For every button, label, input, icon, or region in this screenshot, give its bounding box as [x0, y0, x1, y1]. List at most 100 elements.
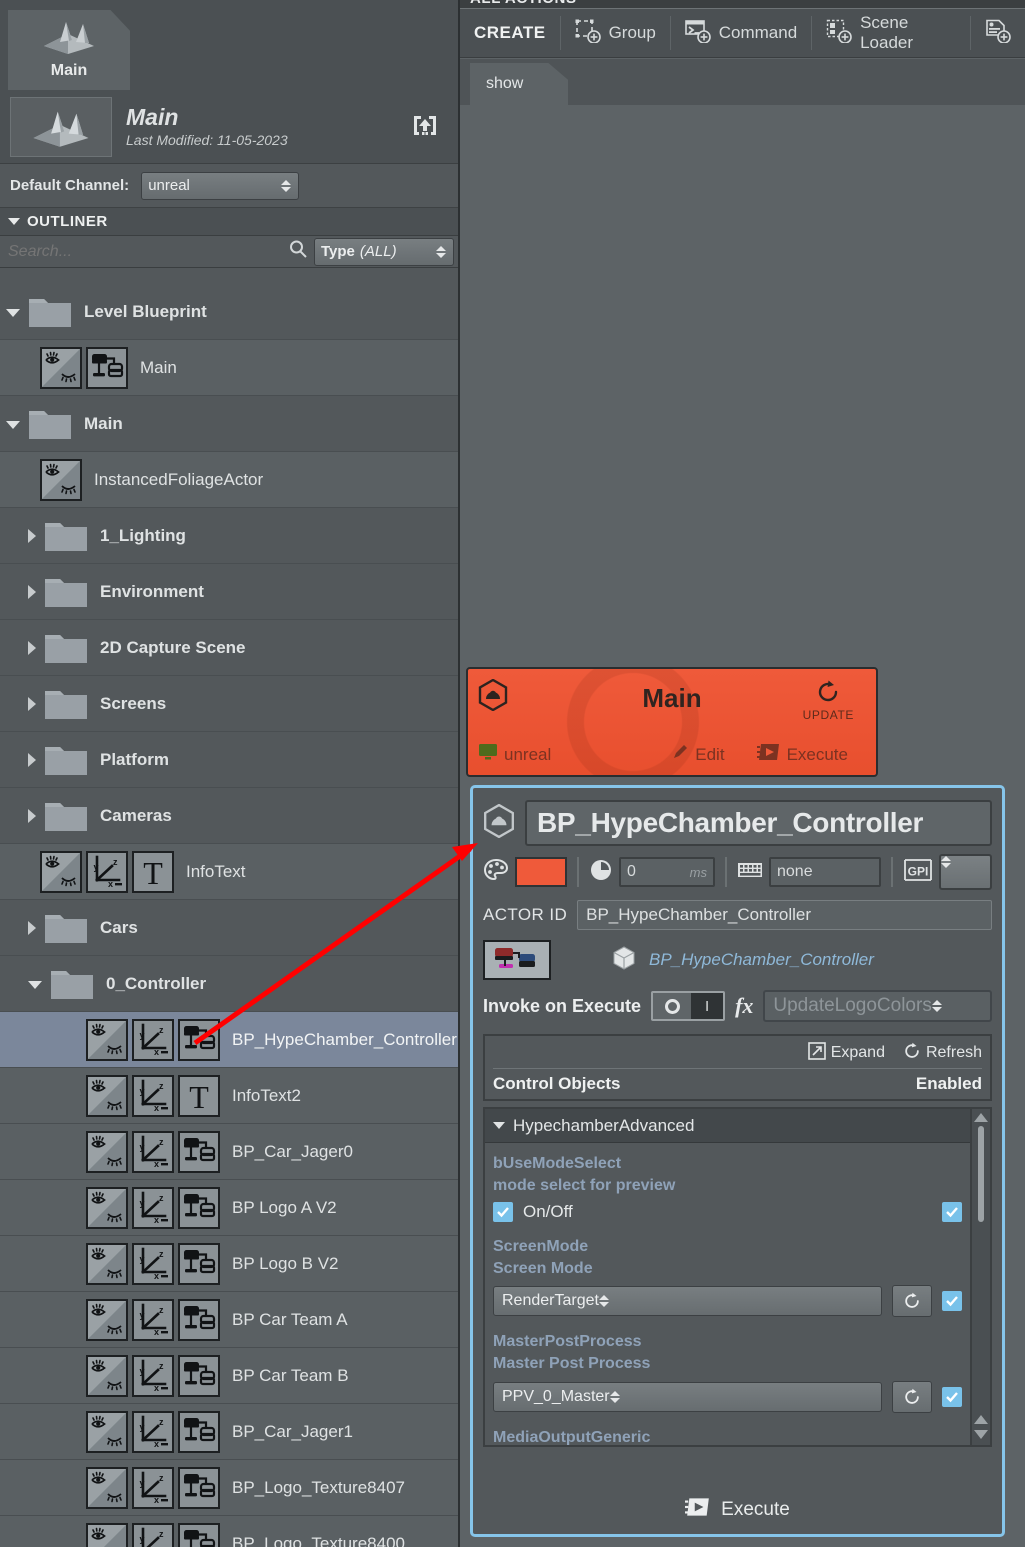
outliner-folder-row[interactable]: Level Blueprint — [0, 284, 458, 340]
default-channel-select[interactable]: unreal — [141, 171, 300, 200]
chevron-right-icon[interactable] — [28, 584, 36, 599]
axis-icon[interactable]: y z x — [132, 1018, 174, 1061]
eye-icon[interactable] — [86, 1018, 128, 1061]
invoke-toggle-on[interactable]: I — [691, 993, 723, 1019]
create-command-button[interactable]: Command — [671, 9, 811, 57]
detail-execute-button[interactable]: Execute — [473, 1496, 1002, 1524]
gpi-select[interactable] — [939, 854, 992, 890]
chevron-right-icon[interactable] — [28, 920, 36, 935]
outliner-folder-row[interactable]: 1_Lighting — [0, 508, 458, 564]
axis-icon[interactable]: y z x — [132, 1242, 174, 1285]
axis-icon[interactable]: y z x — [132, 1298, 174, 1341]
property-refresh-button[interactable] — [892, 1285, 932, 1318]
scroll-down-arrow[interactable] — [974, 1430, 988, 1439]
create-scene-loader-button[interactable]: Scene Loader — [812, 9, 970, 57]
axis-icon[interactable]: y z x — [132, 1466, 174, 1509]
outliner-actor-row[interactable]: Main — [0, 340, 458, 396]
eye-icon[interactable] — [86, 1074, 128, 1117]
outliner-actor-row[interactable]: y z x BP Car Team A — [0, 1292, 458, 1348]
outliner-folder-row[interactable]: Cameras — [0, 788, 458, 844]
blueprint-icon[interactable] — [178, 1018, 220, 1061]
outliner-folder-row[interactable]: Platform — [0, 732, 458, 788]
chevron-down-icon[interactable] — [6, 420, 20, 429]
color-swatch[interactable] — [515, 857, 567, 887]
axis-icon[interactable]: y z x — [132, 1410, 174, 1453]
scroll-thumb[interactable] — [978, 1126, 984, 1222]
refresh-button[interactable]: Refresh — [903, 1042, 982, 1065]
action-node-main[interactable]: Main UPDATE unreal Edit Execute — [466, 667, 878, 777]
axis-icon[interactable]: y z x — [132, 1522, 174, 1547]
scroll-up-arrow-bottom[interactable] — [974, 1415, 988, 1424]
blueprint-icon[interactable] — [483, 940, 551, 980]
outliner-folder-row[interactable]: 2D Capture Scene — [0, 620, 458, 676]
outliner-folder-row[interactable]: Screens — [0, 676, 458, 732]
outliner-actor-row[interactable]: y z x BP Logo A V2 — [0, 1180, 458, 1236]
chevron-right-icon[interactable] — [28, 696, 36, 711]
tab-show[interactable]: show — [470, 63, 568, 105]
property-refresh-button[interactable] — [892, 1380, 932, 1413]
outliner-actor-row[interactable]: InstancedFoliageActor — [0, 452, 458, 508]
property-enabled-checkbox[interactable] — [942, 1291, 962, 1312]
outliner-folder-row[interactable]: Environment — [0, 564, 458, 620]
eye-icon[interactable] — [40, 458, 82, 501]
blueprint-icon[interactable] — [178, 1130, 220, 1173]
blueprint-icon[interactable] — [178, 1186, 220, 1229]
chevron-down-icon[interactable] — [6, 308, 20, 317]
chevron-down-icon[interactable] — [28, 980, 42, 989]
axis-icon[interactable]: y z x — [86, 850, 128, 893]
eye-icon[interactable] — [40, 346, 82, 389]
outliner-actor-row[interactable]: y z x BP_Logo_Texture8407 — [0, 1460, 458, 1516]
expand-button[interactable]: Expand — [807, 1041, 885, 1065]
chevron-right-icon[interactable] — [28, 528, 36, 543]
outliner-actor-row[interactable]: y z x BP_Logo_Texture8400 — [0, 1516, 458, 1547]
outliner-folder-row[interactable]: Cars — [0, 900, 458, 956]
actor-id-input[interactable]: BP_HypeChamber_Controller — [577, 900, 992, 930]
delay-input[interactable]: 0 ms — [619, 857, 715, 887]
scroll-up-arrow[interactable] — [974, 1113, 988, 1122]
tab-main[interactable]: Main — [8, 10, 130, 90]
chevron-right-icon[interactable] — [28, 640, 36, 655]
axis-icon[interactable]: y z x — [132, 1354, 174, 1397]
palette-icon[interactable] — [483, 858, 509, 887]
search-box[interactable] — [0, 236, 314, 267]
blueprint-icon[interactable] — [178, 1522, 220, 1547]
property-checkbox[interactable] — [493, 1202, 513, 1223]
node-execute-button[interactable]: Execute — [756, 742, 848, 767]
outliner-actor-row[interactable]: y z x T InfoText2 — [0, 1068, 458, 1124]
upload-icon[interactable] — [408, 110, 442, 144]
property-enabled-checkbox[interactable] — [942, 1386, 962, 1407]
blueprint-icon[interactable] — [86, 346, 128, 389]
eye-icon[interactable] — [86, 1354, 128, 1397]
type-filter-select[interactable]: Type (ALL) — [314, 237, 454, 266]
chevron-right-icon[interactable] — [28, 808, 36, 823]
outliner-actor-row[interactable]: y z x T InfoText — [0, 844, 458, 900]
property-select[interactable]: RenderTarget — [493, 1286, 882, 1317]
node-channel[interactable]: unreal — [478, 743, 551, 766]
text-icon[interactable]: T — [178, 1074, 220, 1117]
fx-select[interactable]: UpdateLogoColors — [763, 990, 992, 1022]
property-select[interactable]: PPV_0_Master — [493, 1381, 882, 1412]
outliner-header[interactable]: OUTLINER — [0, 208, 458, 236]
blueprint-icon[interactable] — [178, 1410, 220, 1453]
outliner-actor-row[interactable]: y z x BP_Car_Jager1 — [0, 1404, 458, 1460]
axis-icon[interactable]: y z x — [132, 1074, 174, 1117]
blueprint-icon[interactable] — [178, 1354, 220, 1397]
eye-icon[interactable] — [86, 1186, 128, 1229]
invoke-toggle[interactable]: I — [651, 991, 726, 1021]
outliner-folder-row[interactable]: Main — [0, 396, 458, 452]
node-update-button[interactable]: UPDATE — [803, 679, 854, 722]
outliner-actor-row[interactable]: y z x BP_Car_Jager0 — [0, 1124, 458, 1180]
invoke-toggle-off[interactable] — [653, 993, 692, 1019]
node-edit-button[interactable]: Edit — [671, 743, 725, 766]
create-group-button[interactable]: Group — [561, 9, 670, 57]
eye-icon[interactable] — [86, 1130, 128, 1173]
eye-icon[interactable] — [86, 1410, 128, 1453]
outliner-actor-row[interactable]: y z x BP_HypeChamber_Controller — [0, 1012, 458, 1068]
property-enabled-checkbox[interactable] — [942, 1202, 962, 1223]
shortcut-input[interactable]: none — [769, 857, 881, 887]
detail-title-input[interactable]: BP_HypeChamber_Controller — [525, 800, 992, 846]
outliner-folder-row[interactable]: 0_Controller — [0, 956, 458, 1012]
create-asset-button[interactable] — [971, 9, 1025, 57]
blueprint-icon[interactable] — [178, 1242, 220, 1285]
search-icon[interactable] — [288, 239, 308, 264]
